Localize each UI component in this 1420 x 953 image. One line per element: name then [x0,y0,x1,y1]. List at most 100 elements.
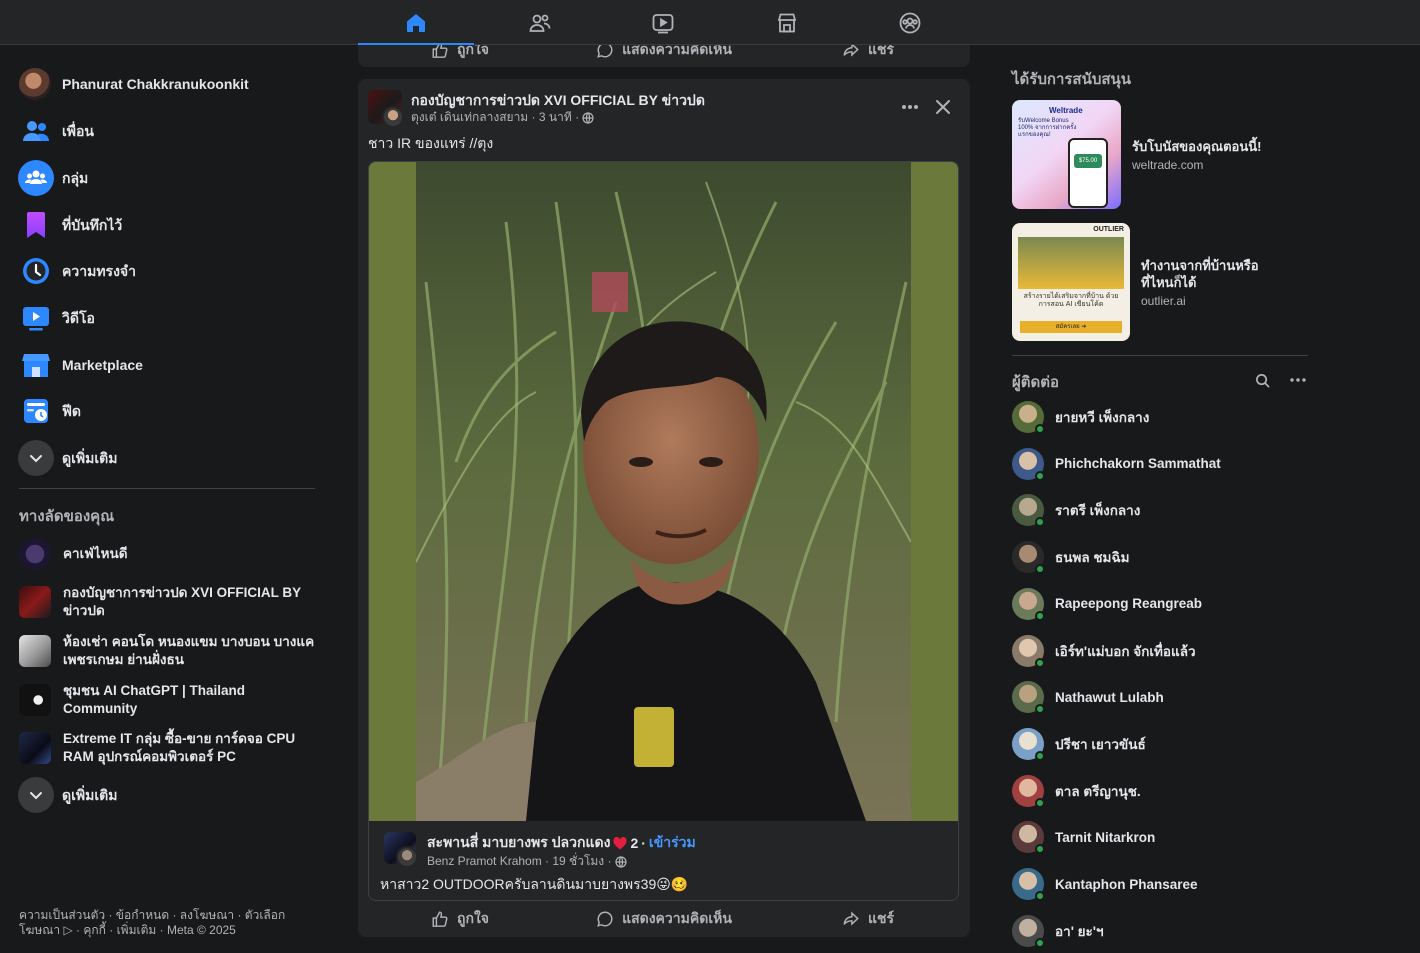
online-status-dot [1035,564,1045,575]
contact-item[interactable]: ราตรี เพ็งกลาง [1012,488,1308,532]
sidebar-item-marketplace[interactable]: Marketplace [12,342,322,388]
contact-item[interactable]: ยายหวี เพ็งกลาง [1012,395,1308,439]
shortcuts-see-more-label: ดูเพิ่มเติม [62,787,118,803]
groups-icon [18,160,54,196]
like-button[interactable]: ถูกใจ [358,901,562,937]
tab-watch[interactable] [605,0,721,45]
groups-icon [899,12,921,33]
contact-item[interactable]: ปรีชา เยาวขันธ์ [1012,722,1308,766]
ad-brand-text: OUTLIER [1093,226,1124,233]
share-button[interactable]: แชร์ [766,901,970,937]
sidebar-item-saved[interactable]: ที่บันทึกไว้ [12,202,322,248]
sidebar-item-label: เพื่อน [62,123,94,139]
sidebar-item-friends[interactable]: เพื่อน [12,108,322,154]
watch-icon [652,13,674,33]
shortcut-item[interactable]: ชุมชน AI ChatGPT | Thailand Community [12,683,322,717]
contact-item[interactable]: Tarnit Nitarkron [1012,815,1308,859]
ad-image-text: สร้างรายได้เสริมจากที่บ้าน ด้วยการสอน AI… [1023,293,1119,308]
comment-label: แสดงความคิดเห็น [622,910,732,926]
post-photo[interactable] [369,162,958,821]
sidebar-item-feed[interactable]: ฟีด [12,388,322,434]
shortcut-item[interactable]: คาเฟ่ไหนดี [12,537,322,571]
avatar [1012,868,1045,901]
avatar [1012,774,1045,808]
like-icon [432,45,448,58]
contact-item[interactable]: Kantaphon Phansaree [1012,862,1308,906]
chevron-down-icon [18,777,54,813]
shared-author-line[interactable]: Benz Pramot Krahom · 19 ชั่วโมง · [427,852,612,871]
avatar [1012,494,1045,528]
group-name[interactable]: สะพานสี่ มาบยางพร ปลวกแดง [427,832,610,854]
sidebar-item-memories[interactable]: ความทรงจำ [12,248,322,294]
ad-text: รับโบนัสของคุณตอนนี้! weltrade.com [1132,100,1292,209]
share-button[interactable]: แชร์ [766,45,970,67]
sidebar-item-video[interactable]: วิดีโอ [12,295,322,341]
globe-icon [614,855,627,868]
shortcuts-title: ทางลัดของคุณ [19,508,115,525]
sidebar-see-more[interactable]: ดูเพิ่มเติม [12,435,322,481]
more-options-button[interactable] [896,93,924,121]
shortcut-thumbnail [19,635,51,667]
contact-item[interactable]: ธนพล ชมฉิม [1012,535,1308,579]
globe-icon [582,111,594,124]
online-status-dot [1035,657,1045,668]
like-label: ถูกใจ [457,45,489,57]
shared-group-line: สะพานสี่ มาบยางพร ปลวกแดง 2 · เข้าร่วม [427,832,696,854]
sidebar-item-groups[interactable]: กลุ่ม [12,155,322,201]
sidebar-profile[interactable]: Phanurat Chakkranukoonkit [12,61,322,107]
reaction-count: 2 [630,835,639,851]
comment-button[interactable]: แสดงความคิดเห็น [562,901,766,937]
online-status-dot [1035,517,1045,528]
ad-item[interactable]: Weltrade รับWelcome Bonus 100% จากการฝาก… [1012,100,1292,209]
avatar [19,68,51,100]
contact-item[interactable]: เอิร์ท'แม่บอก จักเทื่อแล้ว [1012,629,1308,673]
tab-marketplace[interactable] [729,0,845,45]
shortcut-item[interactable]: ห้องเช่า คอนโด หนองแขม บางบอน บางแค เพชร… [12,633,322,669]
tab-friends[interactable] [482,0,598,45]
contact-name: Kantaphon Phansaree [1055,876,1198,892]
contact-name: ธนพล ชมฉิม [1055,550,1130,566]
ad-image-text: รับWelcome Bonus 100% จากการฝากครั้งแรกข… [1018,118,1077,138]
comment-button[interactable]: แสดงความคิดเห็น [562,45,766,67]
like-button[interactable]: ถูกใจ [358,45,562,67]
post-caption: ชาว IR ของแทร่ //ตุง [368,135,494,151]
author-avatar[interactable] [382,106,404,128]
shared-author-avatar[interactable] [396,846,418,868]
contact-item[interactable]: Phichchakorn Sammathat [1012,442,1308,486]
author-line[interactable]: ตุงเต๋ เดินเท่กลางสยาม · 3 นาที · [411,108,579,127]
ad-title: ทำงานจากที่บ้านหรือที่ไหนก็ได้ [1141,257,1259,290]
shortcut-label: กองบัญชาการข่าวปด XVI OFFICIAL BY ข่าวปด [63,585,301,618]
footer-links[interactable]: ความเป็นส่วนตัว · ข้อกำหนด · ลงโฆษณา · ต… [19,908,309,938]
contacts-options-button[interactable] [1287,369,1309,391]
contact-item[interactable]: Rapeepong Reangreab [1012,582,1308,626]
separator-dot: · [641,835,646,851]
avatar [1012,727,1045,761]
avatar [1012,914,1045,948]
online-status-dot [1035,844,1045,855]
contacts-search-button[interactable] [1251,369,1273,391]
online-status-dot [1035,891,1045,901]
contact-item[interactable]: Nathawut Lulabh [1012,675,1308,719]
heart-icon [613,836,627,849]
shortcut-item[interactable]: กองบัญชาการข่าวปด XVI OFFICIAL BY ข่าวปด [12,584,322,620]
tab-groups[interactable] [852,0,968,45]
right-sidebar: ได้รับการสนับสนุน Weltrade รับWelcome Bo… [1000,45,1320,948]
ad-image-button: สมัครเลย ➔ [1020,321,1122,333]
tab-home[interactable] [358,0,474,46]
close-post-button[interactable] [929,93,957,121]
shared-post[interactable]: สะพานสี่ มาบยางพร ปลวกแดง 2 · เข้าร่วม B… [368,161,959,901]
search-icon [1255,373,1269,387]
shortcut-item[interactable]: Extreme IT กลุ่ม ซื้อ-ขาย การ์ดจอ CPU RA… [12,730,322,766]
contact-item[interactable]: อา' ยะ'ฯ [1012,909,1308,953]
contact-item[interactable]: ตาล ตรีญานุช. [1012,769,1308,813]
post-photo-image [416,162,911,821]
share-icon [843,911,859,926]
join-group-link[interactable]: เข้าร่วม [649,832,696,854]
avatar [1012,541,1045,575]
ad-item[interactable]: OUTLIER สร้างรายได้เสริมจากที่บ้าน ด้วยก… [1012,223,1291,341]
video-icon [18,300,54,336]
shortcuts-see-more[interactable]: ดูเพิ่มเติม [12,772,322,818]
sidebar-user-name: Phanurat Chakkranukoonkit [62,76,249,92]
shortcut-thumbnail [19,538,51,570]
contact-name: Rapeepong Reangreab [1055,596,1203,612]
